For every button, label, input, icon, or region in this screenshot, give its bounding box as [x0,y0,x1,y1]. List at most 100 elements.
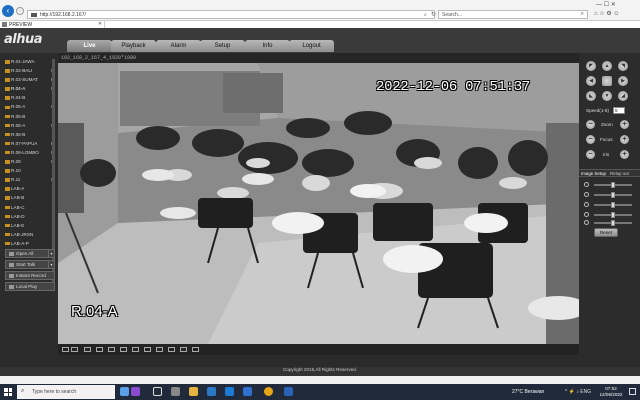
chevron-down-icon[interactable]: ▾ [48,250,54,257]
ptz-right-icon[interactable]: ▶ [618,76,628,86]
tab-image-setup[interactable]: Image Setup [581,171,606,176]
open-all-button[interactable]: Open All ▾ [5,249,55,258]
taskbar-search-input[interactable]: ⌕ Type here to search [17,385,115,399]
forward-arrow-icon[interactable]: › [16,7,24,15]
iris-close-button[interactable]: − [586,150,595,159]
layout-8-icon[interactable] [84,347,91,352]
nav-tab-playback[interactable]: Playback [111,40,156,52]
stream-sub-icon[interactable] [192,347,199,352]
fit-window-icon[interactable] [168,347,175,352]
search-icon[interactable]: ⌕ [581,11,584,18]
stream-main-icon[interactable] [180,347,187,352]
slider-thumb[interactable] [611,220,615,226]
instant-record-button[interactable]: Instant Record [5,271,55,280]
channel-item[interactable]: R.06-B [5,132,57,141]
window-controls[interactable]: — ☐ ✕ [596,1,640,9]
url-text[interactable]: http://192.168.2.167/ [40,12,86,18]
browser-search-input[interactable]: Search... ⌕ [438,10,588,19]
mail-icon[interactable] [225,387,234,396]
channel-item[interactable]: R.06-AM [5,123,57,132]
close-icon[interactable]: ✕ [98,21,102,27]
slider-thumb[interactable] [611,212,615,218]
focus-out-button[interactable]: − [586,135,595,144]
layout-9-icon[interactable] [96,347,103,352]
ptz-down-right-icon[interactable]: ◢ [618,91,628,101]
focus-in-button[interactable]: + [620,135,629,144]
windows-start-icon[interactable] [4,388,12,396]
layout-16-icon[interactable] [108,347,115,352]
channel-item[interactable]: R.01-JAWA [5,59,57,68]
task-view-icon[interactable] [120,387,129,396]
nav-tab-info[interactable]: Info [245,40,290,52]
chrome-icon[interactable] [264,387,273,396]
slider-thumb[interactable] [611,192,615,198]
layout-36-icon[interactable] [132,347,139,352]
layout-1-icon[interactable] [62,347,69,352]
channel-item[interactable]: LAB-D [5,214,57,223]
browser-tab[interactable]: PREVIEW ✕ [0,21,105,28]
contrast-slider[interactable] [584,191,636,199]
channel-item[interactable]: R.07-PAPUAM [5,141,57,150]
zoom-in-button[interactable]: + [620,120,629,129]
system-tray[interactable]: ^ ⚡ ♪ ENG [565,389,591,395]
slider-thumb[interactable] [611,182,615,188]
iris-open-button[interactable]: + [620,150,629,159]
channel-item[interactable]: LAB-E [5,223,57,232]
fullscreen-icon[interactable] [144,347,151,352]
nav-tab-live[interactable]: Live [67,40,112,52]
channel-item[interactable]: R.02-BALIM [5,68,57,77]
store-icon[interactable] [207,387,216,396]
nav-tab-alarm[interactable]: Alarm [156,40,201,52]
channel-item[interactable]: LAB-A [5,186,57,195]
channel-item[interactable]: R.05-AM [5,104,57,113]
channel-item[interactable]: R.08-LOMBOM [5,150,57,159]
gain-slider[interactable] [584,219,636,227]
channel-item[interactable]: R.05-B [5,114,57,123]
ptz-up-right-icon[interactable]: ◥ [618,61,628,71]
channel-item[interactable]: R.10 [5,168,57,177]
channel-item[interactable]: LAB-B [5,195,57,204]
channel-item[interactable]: R.03-SUMATM [5,77,57,86]
nav-tab-setup[interactable]: Setup [200,40,245,52]
internet-explorer-icon[interactable] [284,387,293,396]
reset-button[interactable]: Reset [594,228,618,237]
ptz-up-icon[interactable]: ▲ [602,61,612,71]
browser-icons[interactable]: ⌂ ☆ ⚙ ☺ [594,10,640,19]
saturation-slider[interactable] [584,201,636,209]
channel-item[interactable]: R.11M [5,177,57,186]
zoom-out-button[interactable]: − [586,120,595,129]
ptz-left-icon[interactable]: ◀ [586,76,596,86]
ptz-down-icon[interactable]: ▼ [602,91,612,101]
weather-widget[interactable]: 27°C Berawan [512,389,544,395]
channel-item[interactable]: R.04-B [5,95,57,104]
camera-video[interactable]: 2022-12-06 07:51:37 R.04-A [58,63,579,344]
teams-icon[interactable] [131,387,140,396]
layout-4-icon[interactable] [71,347,78,352]
folder-icon[interactable] [189,387,198,396]
cortana-icon[interactable] [153,387,162,396]
speed-select[interactable]: 5 [613,107,625,114]
snapshot-icon[interactable] [156,347,163,352]
layout-25-icon[interactable] [120,347,127,352]
brightness-slider[interactable] [584,181,636,189]
ptz-center-icon[interactable] [602,76,612,86]
start-talk-button[interactable]: Start Talk ▾ [5,260,55,269]
file-explorer-icon[interactable] [171,387,180,396]
channel-item[interactable]: LAB-JRSN [5,232,57,241]
edge-icon[interactable] [243,387,252,396]
address-bar[interactable]: http://192.168.2.167/ ⌕ ↻ [27,10,436,19]
taskbar-clock[interactable]: 07:52 12/06/2022 [596,386,626,398]
hue-slider[interactable] [584,211,636,219]
ptz-down-left-icon[interactable]: ◣ [586,91,596,101]
local-play-button[interactable]: Local Play [5,282,55,291]
slider-thumb[interactable] [611,202,615,208]
channel-item[interactable]: R.09M [5,159,57,168]
chevron-down-icon[interactable]: ▾ [48,261,54,268]
search-icon[interactable]: ⌕ [424,12,427,18]
channel-item[interactable]: R.04-AM [5,86,57,95]
back-arrow-icon[interactable]: ‹ [2,5,14,17]
notification-icon[interactable] [629,388,636,395]
refresh-icon[interactable]: ↻ [431,11,436,18]
channel-item[interactable]: LAB-C [5,205,57,214]
nav-tab-logout[interactable]: Logout [289,40,334,52]
